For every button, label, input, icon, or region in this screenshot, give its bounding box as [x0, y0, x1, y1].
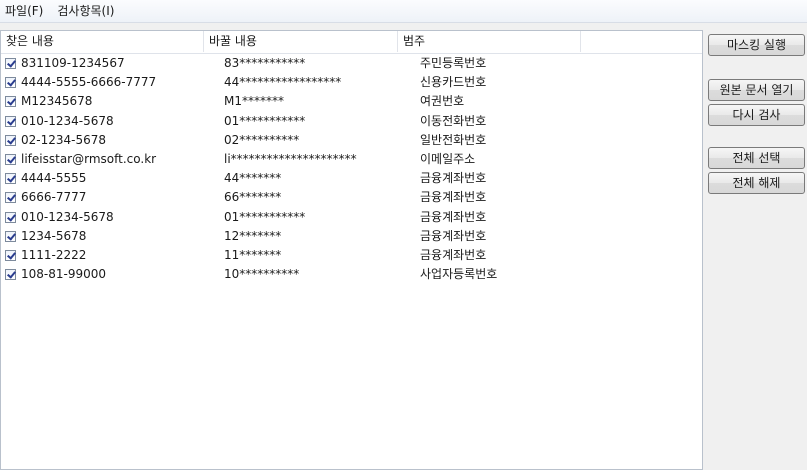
results-list[interactable]: 찾은 내용 바꿀 내용 범주 831109-1234567 83*********… [0, 30, 703, 470]
row-checkbox[interactable] [5, 173, 16, 185]
table-row[interactable]: 1234-5678 12******* 금융계좌번호 [1, 227, 702, 246]
table-row[interactable]: 831109-1234567 83*********** 주민등록번호 [1, 54, 702, 73]
replaced-cell: M1******* [224, 94, 284, 109]
replaced-cell: 83*********** [224, 56, 306, 70]
row-checkbox[interactable] [5, 192, 16, 204]
menu-inspect-items[interactable]: 검사항목(I) [50, 0, 121, 22]
found-cell: 1111-2222 [5, 246, 203, 265]
replaced-cell: 01*********** [224, 209, 306, 224]
row-checkbox[interactable] [5, 249, 16, 261]
list-body: 831109-1234567 83*********** 주민등록번호 4444-55… [1, 54, 702, 284]
category-cell: 금융계좌번호 [420, 171, 487, 186]
found-text: M12345678 [21, 94, 93, 109]
category-cell: 금융계좌번호 [420, 209, 487, 224]
table-row[interactable]: 02-1234-5678 02********** 일반전화번호 [1, 131, 702, 150]
found-cell: 6666-7777 [5, 188, 203, 207]
found-text: 010-1234-5678 [21, 113, 114, 128]
select-all-button[interactable]: 전체 선택 [708, 147, 805, 169]
found-text: 1111-2222 [21, 247, 87, 262]
category-cell: 일반전화번호 [420, 132, 487, 147]
replaced-cell: 01*********** [224, 113, 306, 128]
found-cell: lifeisstar@rmsoft.co.kr [5, 150, 203, 169]
deselect-all-button[interactable]: 전체 해제 [708, 172, 805, 194]
found-text: 6666-7777 [21, 190, 87, 205]
row-checkbox[interactable] [5, 269, 16, 281]
replaced-cell: li********************* [224, 151, 357, 166]
found-text: 4444-5555 [21, 171, 87, 186]
found-cell: 02-1234-5678 [5, 131, 203, 150]
found-text: lifeisstar@rmsoft.co.kr [21, 151, 157, 166]
found-cell: 010-1234-5678 [5, 208, 203, 227]
found-cell: M12345678 [5, 92, 203, 111]
column-header-category[interactable]: 범주 [398, 31, 581, 52]
replaced-cell: 12******* [224, 228, 282, 243]
rescan-button[interactable]: 다시 검사 [708, 104, 805, 126]
table-row[interactable]: 6666-7777 66******* 금융계좌번호 [1, 188, 702, 207]
found-text: 010-1234-5678 [21, 209, 114, 224]
replaced-cell: 44***************** [224, 75, 342, 90]
table-row[interactable]: 010-1234-5678 01*********** 금융계좌번호 [1, 208, 702, 227]
table-row[interactable]: 010-1234-5678 01*********** 이동전화번호 [1, 112, 702, 131]
found-cell: 4444-5555 [5, 169, 203, 188]
row-checkbox[interactable] [5, 153, 16, 165]
row-checkbox[interactable] [5, 230, 16, 242]
table-row[interactable]: M12345678 M1******* 여권번호 [1, 92, 702, 111]
replaced-cell: 44******* [224, 171, 282, 186]
table-row[interactable]: 108-81-99000 10********** 사업자등록번호 [1, 265, 702, 284]
replaced-cell: 66******* [224, 190, 282, 205]
replaced-cell: 02********** [224, 132, 300, 147]
category-cell: 사업자등록번호 [420, 267, 498, 282]
table-row[interactable]: lifeisstar@rmsoft.co.kr li***************… [1, 150, 702, 169]
category-cell: 금융계좌번호 [420, 247, 487, 262]
menu-file[interactable]: 파일(F) [0, 0, 50, 22]
found-cell: 010-1234-5678 [5, 112, 203, 131]
found-text: 108-81-99000 [21, 267, 107, 282]
replaced-cell: 10********** [224, 267, 300, 282]
menu-bar: 파일(F) 검사항목(I) [0, 0, 807, 23]
column-header-found[interactable]: 찾은 내용 [1, 31, 204, 52]
column-header-replaced[interactable]: 바꿀 내용 [204, 31, 398, 52]
found-text: 831109-1234567 [21, 56, 125, 70]
found-cell: 4444-5555-6666-7777 [5, 73, 203, 92]
row-checkbox[interactable] [5, 96, 16, 108]
category-cell: 주민등록번호 [420, 56, 487, 70]
row-checkbox[interactable] [5, 134, 16, 146]
category-cell: 이메일주소 [420, 151, 476, 166]
open-original-document-button[interactable]: 원본 문서 열기 [708, 79, 805, 101]
table-row[interactable]: 4444-5555 44******* 금융계좌번호 [1, 169, 702, 188]
row-checkbox[interactable] [5, 77, 16, 89]
table-row[interactable]: 4444-5555-6666-7777 44***************** 신용… [1, 73, 702, 92]
found-text: 02-1234-5678 [21, 132, 107, 147]
found-cell: 108-81-99000 [5, 265, 203, 284]
found-cell: 831109-1234567 [5, 54, 203, 73]
table-row[interactable]: 1111-2222 11******* 금융계좌번호 [1, 246, 702, 265]
found-text: 4444-5555-6666-7777 [21, 75, 157, 90]
row-checkbox[interactable] [5, 58, 16, 69]
category-cell: 금융계좌번호 [420, 190, 487, 205]
column-header-extra[interactable] [581, 31, 702, 52]
category-cell: 이동전화번호 [420, 113, 487, 128]
list-header: 찾은 내용 바꿀 내용 범주 [1, 31, 702, 54]
row-checkbox[interactable] [5, 115, 16, 127]
category-cell: 신용카드번호 [420, 75, 487, 90]
row-checkbox[interactable] [5, 211, 16, 223]
found-cell: 1234-5678 [5, 227, 203, 246]
category-cell: 금융계좌번호 [420, 228, 487, 243]
found-text: 1234-5678 [21, 228, 87, 243]
category-cell: 여권번호 [420, 94, 465, 109]
replaced-cell: 11******* [224, 247, 282, 262]
mask-execute-button[interactable]: 마스킹 실행 [708, 34, 805, 56]
